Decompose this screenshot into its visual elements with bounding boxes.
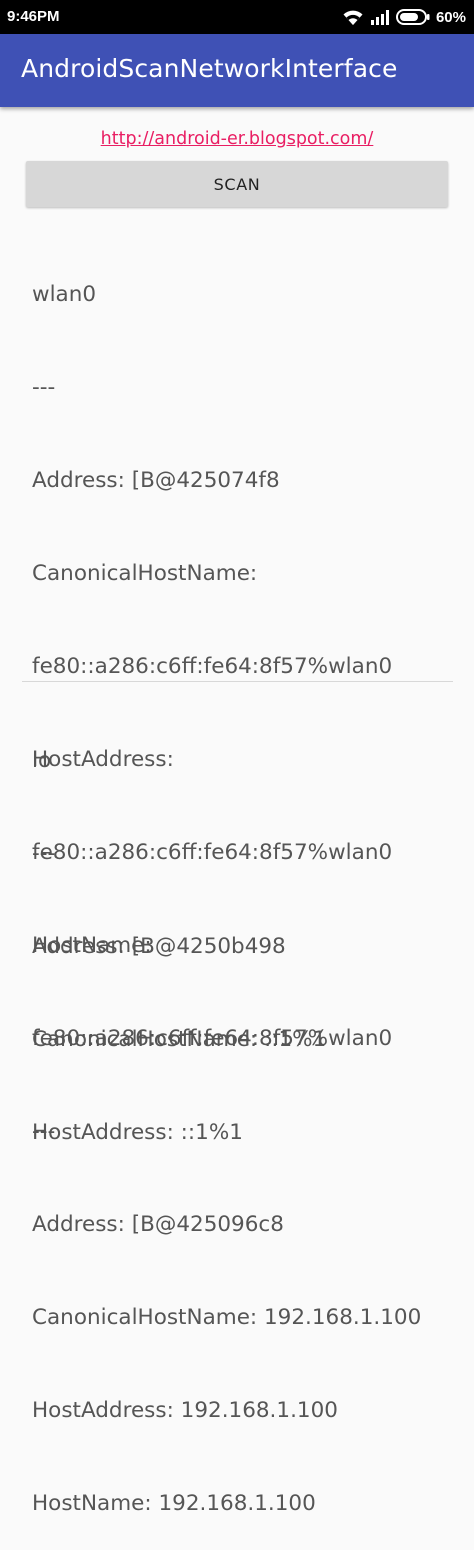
status-icons: 60% — [342, 6, 466, 28]
list-divider — [22, 681, 453, 682]
canonical-host-name-line: CanonicalHostName: 192.168.1.100 — [32, 1305, 422, 1330]
blog-link[interactable]: http://android-er.blogspot.com/ — [0, 129, 474, 149]
address-line: Address: [B@4250b498 — [32, 934, 286, 959]
wifi-icon — [342, 8, 364, 26]
host-address-line: HostAddress: ::1%1 — [32, 1120, 243, 1145]
canonical-host-name-label: CanonicalHostName: — [32, 561, 258, 586]
scan-button[interactable]: SCAN — [26, 161, 448, 207]
app-title: AndroidScanNetworkInterface — [21, 54, 398, 83]
host-name-line: HostName: 192.168.1.100 — [32, 1491, 316, 1516]
battery-percent: 60% — [435, 8, 466, 26]
address-line: Address: [B@425096c8 — [32, 1212, 284, 1237]
status-time: 9:46PM — [7, 8, 60, 25]
address-line: Address: [B@425074f8 — [32, 468, 280, 493]
battery-icon — [395, 9, 430, 25]
canonical-host-name-line: CanonicalHostName: ::1%1 — [32, 1027, 327, 1052]
app-bar: AndroidScanNetworkInterface — [0, 34, 474, 107]
interface-name: lo — [32, 748, 52, 773]
canonical-host-name-value: fe80::a286:c6ff:fe64:8f57%wlan0 — [32, 654, 393, 679]
separator-text: --- — [32, 375, 56, 400]
interface-name: wlan0 — [32, 282, 97, 307]
separator-text: --- — [32, 841, 56, 866]
interface-block-lo: lo --- Address: [B@4250b498 CanonicalHos… — [32, 683, 326, 1179]
host-address-line: HostAddress: 192.168.1.100 — [32, 1398, 338, 1423]
status-bar: 9:46PM 60% — [0, 0, 474, 34]
signal-icon — [370, 9, 390, 25]
